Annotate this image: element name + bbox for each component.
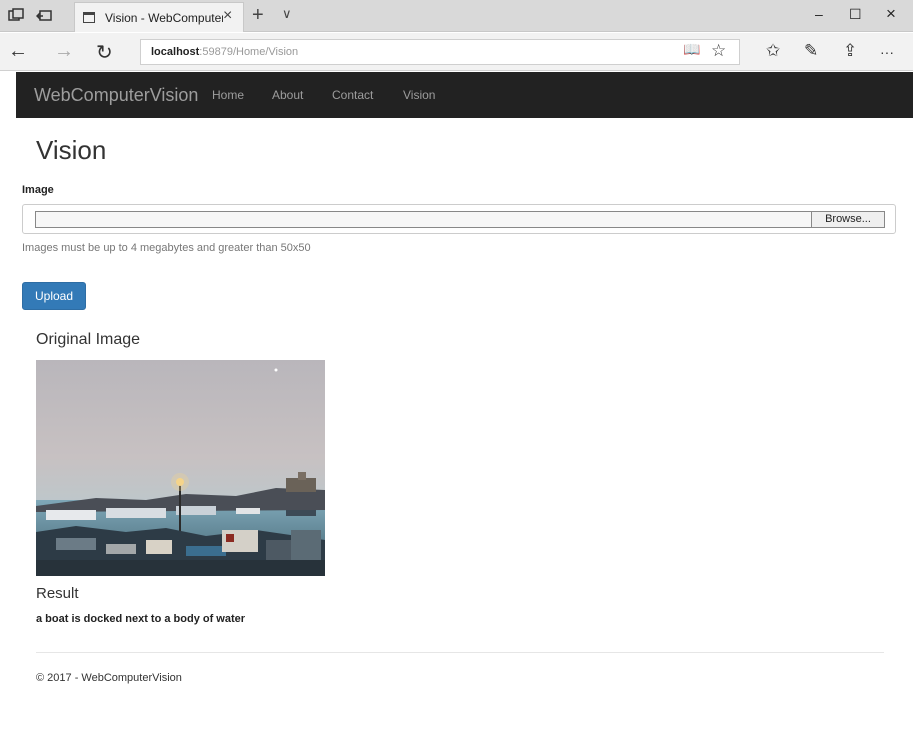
forward-icon[interactable]: → <box>54 40 74 63</box>
image-label: Image <box>22 184 54 196</box>
url-host: localhost <box>151 46 200 58</box>
harbor-photo <box>36 360 325 576</box>
page-title: Vision <box>36 135 107 165</box>
close-window-icon[interactable]: × <box>886 4 896 24</box>
url-field[interactable]: localhost:59879/Home/Vision <box>140 39 740 65</box>
reading-view-icon[interactable]: 📖 <box>683 41 700 58</box>
maximize-icon[interactable]: ☐ <box>849 6 862 23</box>
nav-link-about[interactable]: About <box>272 88 303 102</box>
refresh-icon[interactable]: ↻ <box>96 40 113 65</box>
address-bar-row: ← → ↻ localhost:59879/Home/Vision 📖 ☆ ✩ … <box>0 33 913 71</box>
minimize-icon[interactable]: – <box>815 6 823 22</box>
result-caption: a boat is docked next to a body of water <box>36 613 246 625</box>
nav-link-contact[interactable]: Contact <box>332 88 373 102</box>
more-icon[interactable]: ··· <box>880 44 894 60</box>
browser-tab-strip: Vision - WebComputer\ × + ∨ – ☐ × <box>0 0 913 32</box>
url-text: localhost:59879/Home/Vision <box>151 46 298 58</box>
footer-text: © 2017 - WebComputerVision <box>36 672 182 684</box>
brand-link[interactable]: WebComputerVision <box>34 85 198 106</box>
file-path-input[interactable] <box>35 211 811 228</box>
new-tab-icon[interactable]: + <box>252 4 264 27</box>
file-upload-field: Browse... <box>22 204 896 234</box>
share-icon[interactable]: ⇪ <box>843 41 857 61</box>
nav-link-home[interactable]: Home <box>212 88 244 102</box>
page-icon <box>83 12 95 23</box>
tab-close-icon[interactable]: × <box>223 7 232 25</box>
original-image-heading: Original Image <box>36 331 141 348</box>
tab-list-chevron-icon[interactable]: ∨ <box>282 6 292 22</box>
web-notes-icon[interactable]: ✎ <box>804 41 818 61</box>
browse-button[interactable]: Browse... <box>811 211 885 228</box>
help-text: Images must be up to 4 megabytes and gre… <box>22 242 311 254</box>
footer-divider <box>36 652 884 653</box>
favorites-hub-icon[interactable]: ✩ <box>766 41 780 61</box>
url-path: :59879/Home/Vision <box>199 46 299 58</box>
active-browser-tab[interactable]: Vision - WebComputer\ × <box>74 2 244 32</box>
back-icon[interactable]: ← <box>8 40 28 63</box>
nav-link-vision[interactable]: Vision <box>403 88 435 102</box>
original-image <box>36 360 325 576</box>
tab-preview-icon[interactable] <box>8 8 24 24</box>
result-heading: Result <box>36 585 79 602</box>
set-tabs-aside-icon[interactable] <box>36 8 52 24</box>
tab-title: Vision - WebComputer\ <box>105 11 223 25</box>
favorite-star-icon[interactable]: ☆ <box>711 41 726 61</box>
upload-button[interactable]: Upload <box>22 282 86 310</box>
site-navbar: WebComputerVision Home About Contact Vis… <box>16 72 913 118</box>
